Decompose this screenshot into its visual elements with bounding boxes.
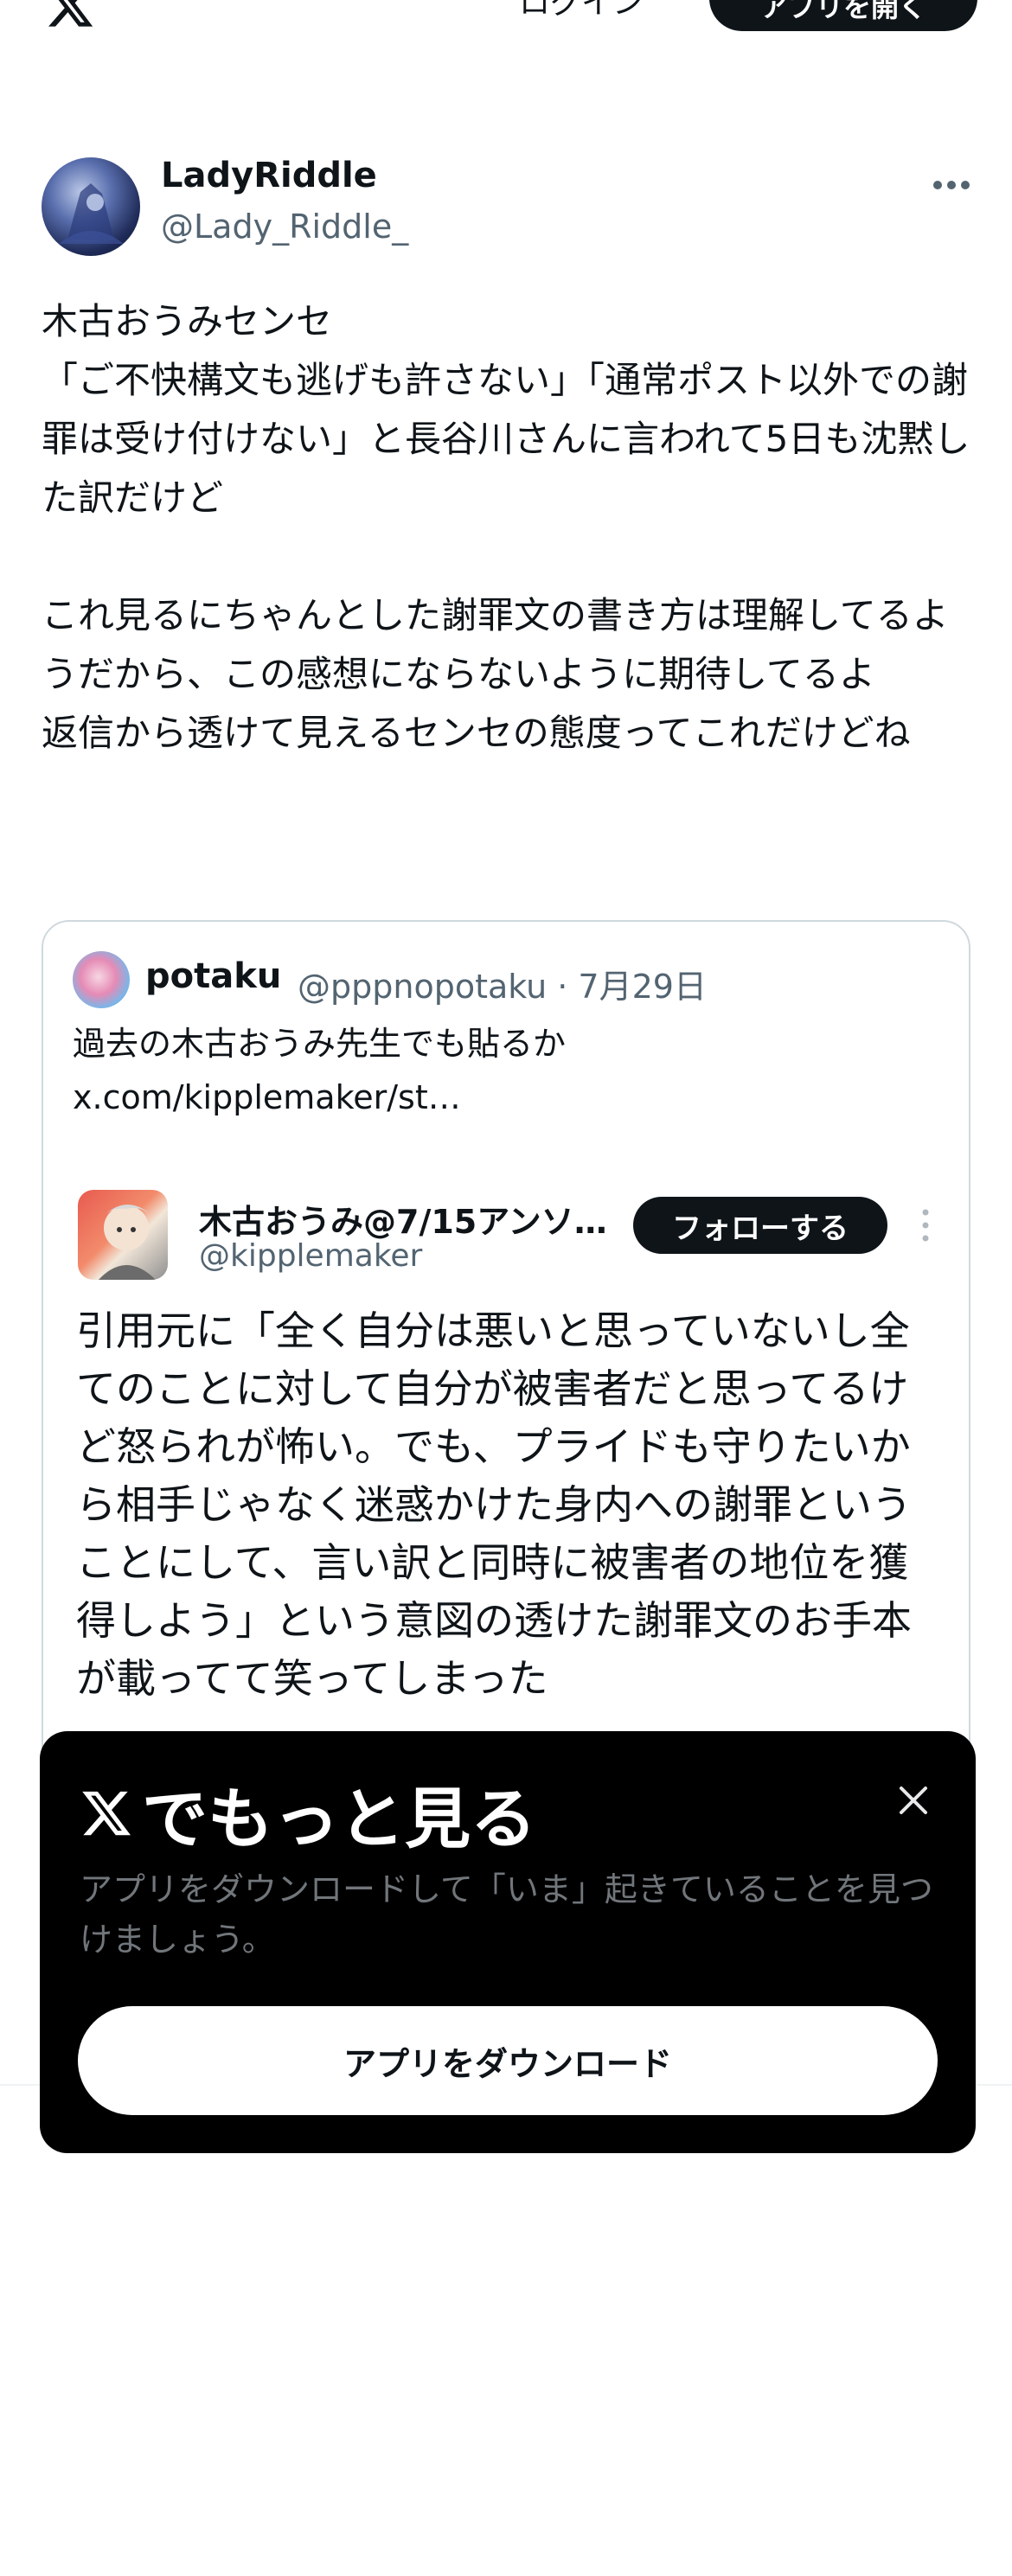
quote-author-name[interactable]: potaku [145, 956, 281, 996]
embed-text: 引用元に「全く自分は悪いと思っていないし全てのことに対して自分が被害者だと思って… [76, 1307, 912, 1702]
embed-author-name[interactable]: 木古おうみ@7/15アンソロジー [199, 1195, 614, 1243]
quoted-post-card[interactable]: potaku @pppnopotaku · 7月29日 過去の木古おうみ先生でも… [42, 920, 970, 1785]
author-avatar[interactable] [42, 157, 140, 256]
signup-bottom-sheet: でもっと見る アプリをダウンロードして「いま」起きていることを見つけましょう。 … [40, 1731, 976, 2153]
sheet-title-text: でもっと見る [142, 1780, 536, 1857]
login-link[interactable]: ログイン [519, 0, 644, 22]
quote-text: 過去の木古おうみ先生でも貼るか x.com/kipplemaker/st… [73, 1025, 567, 1116]
embed-author-handle[interactable]: @kipplemaker [199, 1238, 422, 1274]
more-vertical-icon[interactable] [917, 1204, 934, 1247]
author-name[interactable]: LadyRiddle [161, 156, 377, 195]
close-icon[interactable] [891, 1778, 936, 1823]
x-logo-icon[interactable] [42, 0, 99, 31]
follow-button[interactable]: フォローする [633, 1197, 887, 1254]
embed-author-avatar[interactable] [78, 1190, 168, 1280]
sheet-description: アプリをダウンロードして「いま」起きていることを見つけましょう。 [80, 1870, 933, 1959]
quote-handle-date: @pppnopotaku · 7月29日 [298, 968, 707, 1006]
quote-author-avatar[interactable] [73, 951, 130, 1008]
sheet-title: でもっと見る [78, 1766, 536, 1861]
author-handle[interactable]: @Lady_Riddle_ [161, 208, 408, 246]
download-app-button[interactable]: アプリをダウンロード [78, 2006, 938, 2115]
more-horizontal-icon[interactable] [927, 168, 976, 202]
open-app-button[interactable]: アプリを開く [709, 0, 977, 31]
x-logo-icon [82, 1791, 131, 1836]
post-text: 木古おうみセンセ 「ご不快構文も逃げも許さない」「通常ポスト以外での謝罪は受け付… [42, 300, 970, 754]
top-bar: ログイン アプリを開く [0, 0, 1012, 52]
